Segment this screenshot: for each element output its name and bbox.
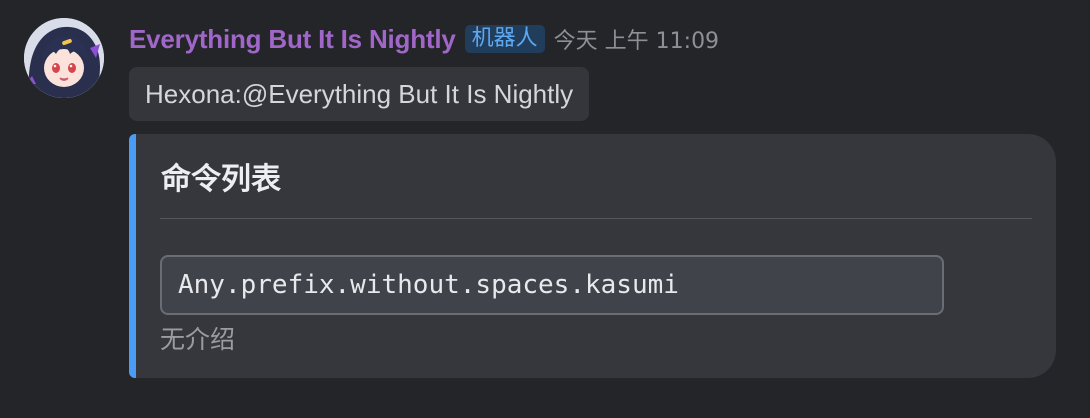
message-text-bubble: Hexona:@Everything But It Is Nightly (129, 67, 590, 121)
chat-message: Everything But It Is Nightly 机器人 今天 上午 1… (0, 0, 1090, 418)
bot-badge: 机器人 (464, 25, 545, 53)
command-list-embed: 命令列表 Any.prefix.without.spaces.kasumi 无介… (129, 134, 1056, 378)
embed-title: 命令列表 (161, 162, 281, 197)
command-code-block[interactable]: Any.prefix.without.spaces.kasumi (160, 255, 944, 315)
bot-avatar[interactable] (24, 18, 104, 98)
author-name[interactable]: Everything But It Is Nightly (129, 24, 456, 55)
message-timestamp: 今天 上午 11:09 (553, 29, 720, 54)
anime-avatar-image (24, 18, 104, 98)
command-description: 无介绍 (160, 325, 236, 354)
embed-divider (160, 218, 1032, 219)
message-header: Everything But It Is Nightly 机器人 今天 上午 1… (129, 20, 719, 58)
message-text: Hexona:@Everything But It Is Nightly (145, 78, 574, 109)
